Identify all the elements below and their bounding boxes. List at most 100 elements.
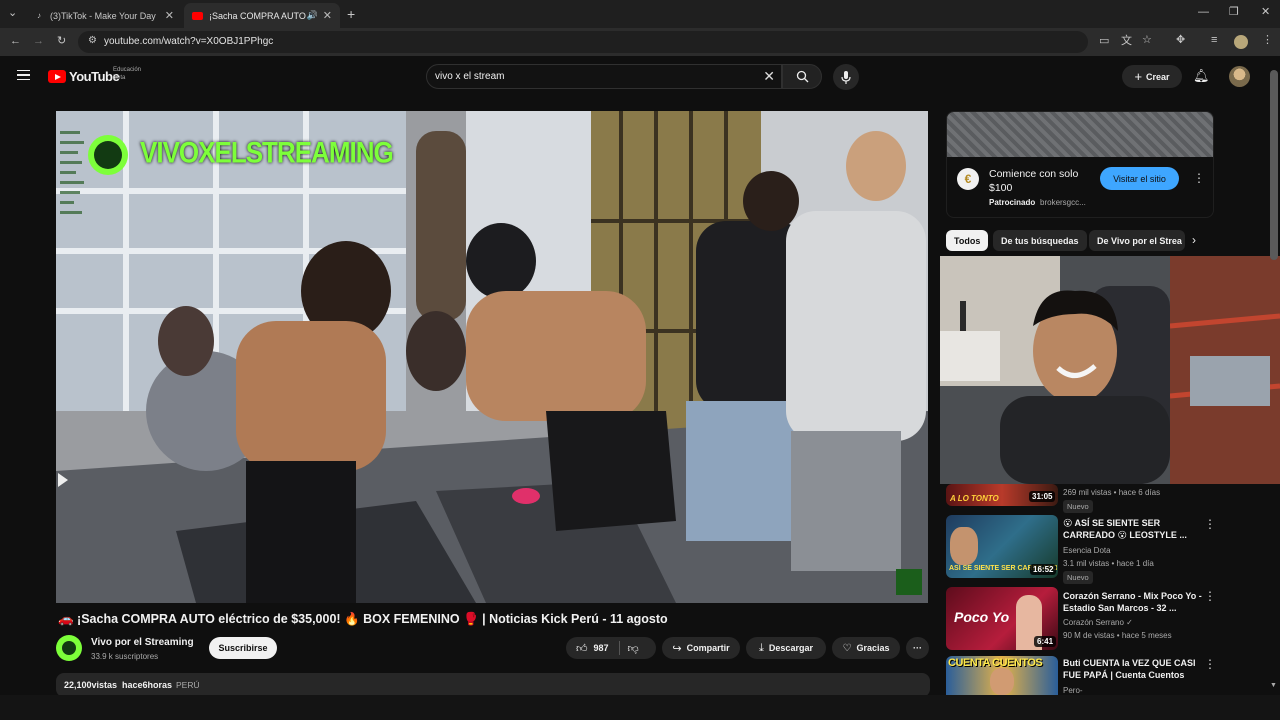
recommendation-menu-icon[interactable]: ⋮ (1204, 657, 1216, 671)
search-input[interactable]: vivo x el stream ✕ (426, 64, 782, 89)
tab-youtube[interactable]: ¡Sacha COMPRA AUTO 🔊 ✕ (184, 3, 340, 28)
notifications-bell-icon[interactable]: 🔔︎ (1193, 68, 1210, 84)
chrome-menu-icon[interactable]: ⋮ (1262, 35, 1273, 46)
recommendation-meta: 90 M de vistas • hace 5 meses (1063, 631, 1172, 640)
ad-cta-button[interactable]: Visitar el sitio (1100, 167, 1179, 190)
video-watermark: VIVOXELSTREAMING (140, 134, 394, 170)
create-label: Crear (1146, 71, 1170, 82)
like-button[interactable]: 👍︎ 987 (566, 642, 609, 655)
close-icon[interactable]: ✕ (323, 9, 332, 22)
url-text: youtube.com/watch?v=X0OBJ1PPhgc (104, 36, 274, 47)
translate-icon[interactable]: 文 (1121, 36, 1132, 47)
dislike-button[interactable]: 👎︎ (628, 642, 639, 655)
channel-name[interactable]: Vivo por el Streaming (91, 637, 194, 648)
speaker-icon[interactable]: 🔊 (307, 10, 318, 21)
like-count: 987 (593, 643, 609, 653)
recommendation-menu-icon[interactable]: ⋮ (1204, 517, 1216, 531)
channel-avatar[interactable] (56, 635, 82, 661)
close-icon[interactable]: ✕ (165, 9, 174, 22)
download-label: Descargar (768, 643, 813, 653)
bookmark-star-icon[interactable]: ☆ (1142, 35, 1152, 46)
description-box[interactable]: 22,100vistas hace6horas PERÚ (56, 673, 930, 697)
browser-tab-strip: ⌄ ♪ (3)TikTok - Make Your Day ✕ ¡Sacha C… (0, 0, 1280, 28)
subscribe-button[interactable]: Suscribirse (209, 637, 277, 659)
recommendation-channel[interactable]: Pero- (1063, 686, 1083, 695)
youtube-play-icon (48, 70, 66, 83)
tiktok-icon: ♪ (37, 11, 41, 20)
ad-domain: brokersgcc... (1040, 198, 1086, 207)
video-player[interactable]: VIVOXELSTREAMING (56, 111, 928, 603)
search-value: vivo x el stream (435, 71, 505, 82)
tab-search-icon[interactable]: ⌄ (8, 8, 17, 19)
ad-card[interactable]: € Comience con solo $100 Patrocinado bro… (946, 111, 1214, 218)
thumbnail-face (990, 668, 1014, 695)
microphone-icon (841, 70, 851, 84)
divider (618, 641, 620, 655)
recommendation-title[interactable]: 😮 ASÍ SE SIENTE SER CARREADO 😮 LEOSTYLE … (1063, 517, 1203, 541)
back-icon[interactable]: ← (10, 36, 21, 47)
view-count: 22,100vistas (64, 680, 118, 690)
recommendation-meta: 3.1 mil vistas • hace 1 día (1063, 559, 1154, 568)
reload-icon[interactable]: ↻ (57, 36, 66, 47)
forward-icon[interactable]: → (33, 36, 44, 47)
download-icon: ⤓ (759, 641, 764, 654)
recommendation-channel[interactable]: Corazón Serrano ✓ (1063, 618, 1133, 627)
recommendation-title[interactable]: Buti CUENTA la VEZ QUE CASI FUE PAPÁ | C… (1063, 657, 1203, 681)
ad-menu-icon[interactable]: ⋮ (1193, 171, 1205, 185)
search-button[interactable] (782, 64, 822, 89)
reading-list-icon[interactable]: ≡ (1211, 35, 1217, 46)
clear-search-icon[interactable]: ✕ (763, 68, 775, 85)
upload-age: hace6horas (122, 680, 173, 690)
ad-sponsored: Patrocinado (989, 198, 1036, 207)
webcam-frame (940, 256, 1280, 484)
thumbs-down-icon: 👎︎ (627, 642, 639, 655)
thumbs-up-icon: 👍︎ (576, 642, 588, 655)
share-label: Compartir (686, 643, 730, 653)
recommendation-channel[interactable]: Esencia Dota (1063, 546, 1111, 555)
install-icon[interactable]: ▭ (1099, 36, 1109, 47)
chip-all[interactable]: Todos (946, 230, 989, 251)
tab-title: (3)TikTok - Make Your Day (50, 10, 156, 21)
site-info-icon[interactable]: ⚙ (88, 36, 97, 46)
share-button[interactable]: ↪ Compartir (662, 637, 740, 659)
streamer-webcam-overlay (940, 256, 1280, 484)
extensions-icon[interactable]: ✥ (1176, 35, 1185, 46)
more-actions-button[interactable]: ··· (906, 637, 929, 659)
video-duration: 31:05 (1029, 491, 1056, 502)
logo-sub-text: Educación (113, 67, 142, 73)
youtube-logo[interactable]: YouTube (48, 69, 120, 84)
new-tab-icon[interactable]: + (347, 7, 355, 21)
tab-tiktok[interactable]: ♪ (3)TikTok - Make Your Day ✕ (26, 3, 182, 28)
hamburger-menu-icon[interactable] (17, 70, 30, 80)
plus-icon: + (1134, 69, 1143, 84)
recommendation-thumbnail[interactable]: CUENTA CUENTOS (946, 656, 1058, 695)
account-avatar[interactable] (1229, 66, 1250, 87)
share-icon: ↪ (672, 642, 682, 655)
recommendation-title[interactable]: Corazón Serrano - Mix Poco Yo - Estadio … (1063, 590, 1203, 614)
minimize-icon[interactable]: — (1198, 7, 1209, 18)
video-frame (56, 111, 928, 603)
video-title: 🚗 ¡Sacha COMPRA AUTO eléctrico de $35,00… (58, 612, 668, 626)
window-close-icon[interactable]: ✕ (1261, 7, 1270, 18)
new-badge: Nuevo (1063, 500, 1093, 513)
scroll-down-icon[interactable]: ▼ (1270, 682, 1277, 689)
logo-sub-beta: Beta (113, 75, 126, 81)
thumbnail-face (950, 527, 978, 565)
thanks-label: Gracias (856, 643, 890, 653)
new-badge: Nuevo (1063, 571, 1093, 584)
chip-from-channel[interactable]: De Vivo por el Strea (1089, 230, 1185, 251)
ad-logo: € (957, 168, 979, 190)
download-button[interactable]: ⤓ Descargar (746, 637, 826, 659)
recommendation-menu-icon[interactable]: ⋮ (1204, 589, 1216, 603)
thumbnail-text: Poco Yo (954, 609, 1010, 625)
chip-from-searches[interactable]: De tus búsquedas (993, 230, 1087, 251)
ad-title: Comience con solo $100 (989, 168, 1079, 194)
chips-next-icon[interactable]: › (1192, 233, 1196, 247)
voice-search-button[interactable] (833, 64, 859, 90)
video-duration: 6:41 (1034, 636, 1057, 647)
restore-icon[interactable]: ❐ (1229, 7, 1239, 18)
profile-avatar[interactable] (1234, 35, 1248, 49)
page-scrollbar[interactable] (1270, 70, 1278, 260)
create-button[interactable]: + Crear (1122, 65, 1182, 88)
thanks-button[interactable]: ♡ Gracias (832, 637, 900, 659)
